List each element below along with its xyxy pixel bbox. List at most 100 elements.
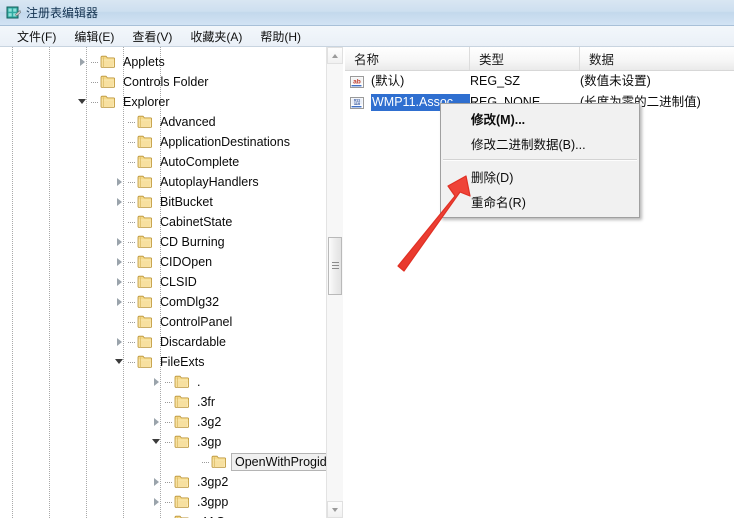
- tree-connector-line: [128, 222, 136, 223]
- tree-connector-line: [128, 322, 136, 323]
- tree-item-explorer[interactable]: Explorer: [0, 92, 327, 112]
- folder-icon: [137, 175, 153, 189]
- tree-connector-line: [128, 142, 136, 143]
- context-menu-modify-binary[interactable]: 修改二进制数据(B)...: [441, 131, 639, 156]
- tree-item-cd-burning[interactable]: CD Burning: [0, 232, 327, 252]
- tree-rows: AppletsControls FolderExplorer Advanced Ap…: [0, 52, 327, 518]
- context-menu-rename[interactable]: 重命名(R): [441, 189, 639, 214]
- menu-view[interactable]: 查看(V): [123, 26, 181, 47]
- collapse-arrow-icon[interactable]: [149, 432, 165, 452]
- column-header-name[interactable]: 名称: [345, 47, 470, 70]
- tree-item-[interactable]: .: [0, 372, 327, 392]
- folder-icon: [137, 195, 153, 209]
- column-header-type[interactable]: 类型: [470, 47, 580, 70]
- tree-item-autocomplete[interactable]: AutoComplete: [0, 152, 327, 172]
- folder-icon: [174, 415, 190, 429]
- scrollbar-thumb[interactable]: [328, 237, 342, 295]
- scroll-down-button[interactable]: [327, 501, 343, 518]
- tree-item-controlpanel[interactable]: ControlPanel: [0, 312, 327, 332]
- tree-item-label: .4AC: [195, 514, 227, 518]
- tree-item-3gp[interactable]: .3gp: [0, 432, 327, 452]
- folder-icon: [174, 375, 190, 389]
- tree-connector-line: [128, 302, 136, 303]
- expand-arrow-icon[interactable]: [149, 512, 165, 518]
- tree-item-3gp2[interactable]: .3gp2: [0, 472, 327, 492]
- collapse-arrow-icon[interactable]: [112, 352, 128, 372]
- expand-arrow-icon[interactable]: [112, 272, 128, 292]
- tree-connector-line: [128, 122, 136, 123]
- expand-arrow-icon[interactable]: [112, 232, 128, 252]
- tree-item-3fr[interactable]: .3fr: [0, 392, 327, 412]
- expand-arrow-icon[interactable]: [112, 292, 128, 312]
- value-name-cell: (默认): [371, 73, 470, 90]
- tree-item-cidopen[interactable]: CIDOpen: [0, 252, 327, 272]
- tree-item-bitbucket[interactable]: BitBucket: [0, 192, 327, 212]
- tree-spacer: [112, 132, 128, 152]
- menu-file[interactable]: 文件(F): [8, 26, 65, 47]
- folder-icon: [137, 315, 153, 329]
- menu-help[interactable]: 帮助(H): [251, 26, 310, 47]
- folder-icon: [137, 235, 153, 249]
- tree-item-openwithprogids[interactable]: OpenWithProgids: [0, 452, 327, 472]
- tree-item-applicationdestinations[interactable]: ApplicationDestinations: [0, 132, 327, 152]
- scroll-up-button[interactable]: [327, 47, 343, 64]
- tree-connector-line: [165, 482, 173, 483]
- folder-icon: [100, 75, 116, 89]
- expand-arrow-icon[interactable]: [112, 172, 128, 192]
- tree-item-clsid[interactable]: CLSID: [0, 272, 327, 292]
- folder-icon: [174, 475, 190, 489]
- expand-arrow-icon[interactable]: [149, 412, 165, 432]
- list-column-header: 名称 类型 数据: [345, 47, 734, 71]
- tree-item-label: .3gpp: [195, 494, 230, 510]
- tree-item-label: BitBucket: [158, 194, 215, 210]
- window-title: 注册表编辑器: [26, 4, 98, 21]
- tree-item-autoplayhandlers[interactable]: AutoplayHandlers: [0, 172, 327, 192]
- folder-icon: [137, 335, 153, 349]
- tree-viewport[interactable]: AppletsControls FolderExplorer Advanced Ap…: [0, 47, 327, 518]
- tree-connector-line: [128, 342, 136, 343]
- tree-item-comdlg32[interactable]: ComDlg32: [0, 292, 327, 312]
- tree-item-label: ApplicationDestinations: [158, 134, 292, 150]
- value-data-cell: (数值未设置): [580, 73, 734, 90]
- context-menu: 修改(M)...修改二进制数据(B)... 删除(D)重命名(R): [440, 103, 640, 218]
- tree-connector-line: [128, 362, 136, 363]
- expand-arrow-icon[interactable]: [149, 492, 165, 512]
- folder-icon: [137, 155, 153, 169]
- tree-item-4ac[interactable]: .4AC: [0, 512, 327, 518]
- context-menu-delete[interactable]: 删除(D): [441, 164, 639, 189]
- expand-arrow-icon[interactable]: [112, 252, 128, 272]
- expand-arrow-icon[interactable]: [112, 332, 128, 352]
- column-header-data[interactable]: 数据: [580, 47, 734, 70]
- tree-item-3gpp[interactable]: .3gpp: [0, 492, 327, 512]
- folder-icon: [174, 395, 190, 409]
- tree-spacer: [112, 112, 128, 132]
- tree-item-fileexts[interactable]: FileExts: [0, 352, 327, 372]
- tree-item-applets[interactable]: Applets: [0, 52, 327, 72]
- tree-item-label: CLSID: [158, 274, 199, 290]
- folder-icon: [137, 295, 153, 309]
- expand-arrow-icon[interactable]: [149, 472, 165, 492]
- tree-vertical-scrollbar[interactable]: [326, 47, 343, 518]
- table-row[interactable]: ab(默认)REG_SZ(数值未设置): [345, 71, 734, 92]
- tree-item-label: Advanced: [158, 114, 218, 130]
- expand-arrow-icon[interactable]: [112, 192, 128, 212]
- tree-item-discardable[interactable]: Discardable: [0, 332, 327, 352]
- tree-item-label: CD Burning: [158, 234, 227, 250]
- menu-edit[interactable]: 编辑(E): [65, 26, 123, 47]
- tree-item-cabinetstate[interactable]: CabinetState: [0, 212, 327, 232]
- tree-item-label: CabinetState: [158, 214, 234, 230]
- expand-arrow-icon[interactable]: [75, 52, 91, 72]
- tree-connector-line: [165, 442, 173, 443]
- tree-item-label: .3gp: [195, 434, 223, 450]
- menu-favorites[interactable]: 收藏夹(A): [181, 26, 251, 47]
- collapse-arrow-icon[interactable]: [75, 92, 91, 112]
- folder-icon: [137, 135, 153, 149]
- registry-editor-icon: [5, 5, 21, 21]
- context-menu-modify[interactable]: 修改(M)...: [441, 106, 639, 131]
- expand-arrow-icon[interactable]: [149, 372, 165, 392]
- tree-item-controls-folder[interactable]: Controls Folder: [0, 72, 327, 92]
- tree-spacer: [112, 212, 128, 232]
- tree-item-3g2[interactable]: .3g2: [0, 412, 327, 432]
- svg-text:110: 110: [354, 101, 360, 106]
- tree-item-advanced[interactable]: Advanced: [0, 112, 327, 132]
